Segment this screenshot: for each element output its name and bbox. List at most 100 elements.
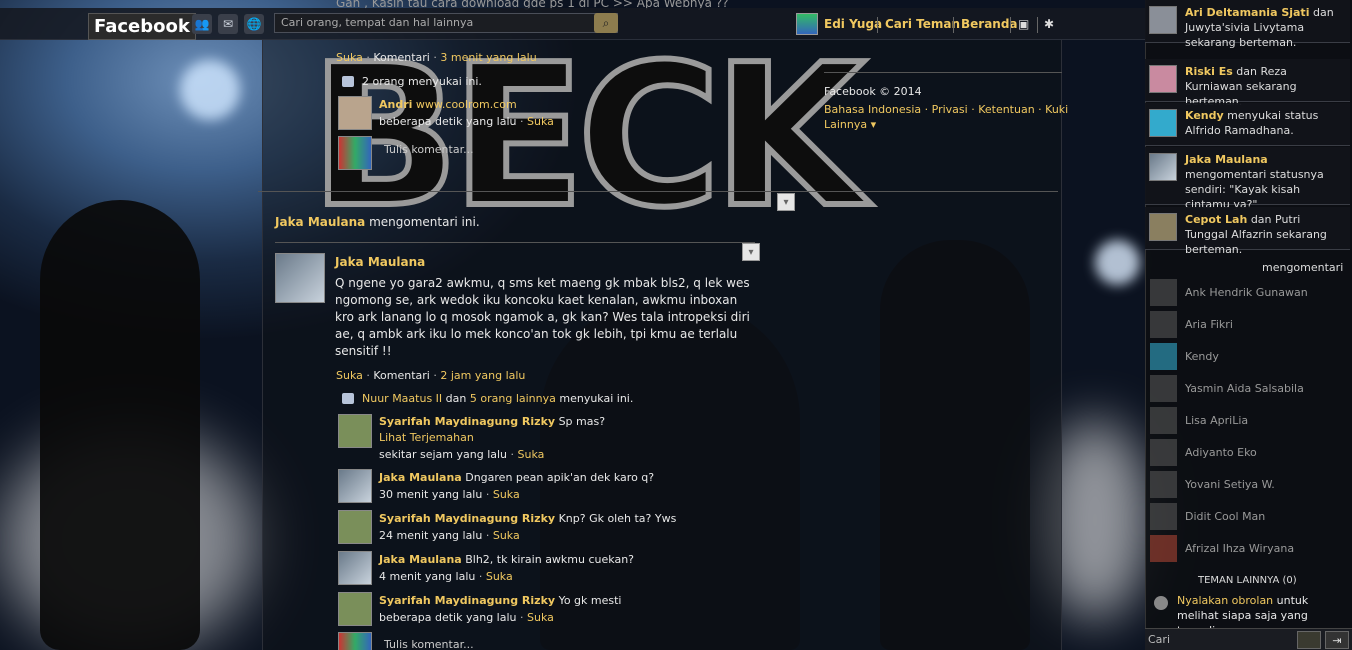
friend-item[interactable]: Kendy	[1150, 343, 1345, 371]
friend-item[interactable]: Ank Hendrik Gunawan	[1150, 279, 1345, 307]
comment-author[interactable]: Andri	[379, 98, 412, 111]
chat-options-icon[interactable]	[1297, 631, 1321, 649]
my-avatar	[338, 136, 372, 170]
divider	[824, 72, 1062, 73]
story-header-author[interactable]: Jaka Maulana	[275, 215, 365, 229]
comment-avatar[interactable]	[338, 96, 372, 130]
post-author[interactable]: Jaka Maulana	[335, 255, 425, 269]
comment-avatar[interactable]	[338, 414, 372, 448]
chevron-down-icon[interactable]: ▾	[742, 243, 760, 261]
friend-avatar	[1150, 407, 1177, 434]
search-icon[interactable]: ⌕	[594, 13, 618, 33]
more-friends-link[interactable]: TEMAN LAINNYA (0)	[1198, 575, 1297, 586]
comment-link[interactable]: Komentari	[373, 51, 429, 64]
comment: Jaka Maulana Blh2, tk kirain awkmu cueka…	[379, 553, 634, 566]
see-translation-link[interactable]: Lihat Terjemahan	[379, 431, 474, 444]
friend-item[interactable]: Yasmin Aida Salsabila	[1150, 375, 1345, 403]
chat-bar: Cari ⇥	[1145, 628, 1352, 650]
post-body-line: Q ngene yo gara2 awkmu, q sms ket maeng …	[335, 276, 750, 290]
facebook-logo[interactable]: Facebook	[88, 13, 196, 40]
ticker-name[interactable]: Riski Es	[1185, 65, 1233, 78]
friend-avatar	[1150, 311, 1177, 338]
notifications-icon[interactable]: 🌐	[244, 14, 264, 34]
friend-name: Afrizal Ihza Wiryana	[1185, 542, 1295, 555]
ticker-item[interactable]: Riski Es dan Reza Kurniawan sekarang ber…	[1145, 59, 1350, 108]
story-header: Jaka Maulana mengomentari ini.	[275, 215, 480, 229]
user-avatar[interactable]	[796, 13, 818, 35]
ticker-name[interactable]: Jaka Maulana	[1185, 153, 1268, 166]
comment-author[interactable]: Syarifah Maydinagung Rizky	[379, 415, 555, 428]
search-input[interactable]: Cari orang, tempat dan hal lainnya	[274, 13, 618, 33]
ticker-item[interactable]: Cepot Lah dan Putri Tunggal Alfazrin sek…	[1145, 207, 1350, 256]
comment-like-link[interactable]: Suka	[493, 488, 520, 501]
comment-text: Dngaren pean apik'an dek karo q?	[465, 471, 655, 484]
comment-like-link[interactable]: Suka	[486, 570, 513, 583]
friend-name: Ank Hendrik Gunawan	[1185, 286, 1308, 299]
like-link[interactable]: Suka	[336, 369, 363, 382]
stage-light	[1095, 240, 1140, 285]
gear-icon[interactable]: ✱	[1044, 17, 1054, 31]
privacy-shortcuts-icon[interactable]: ▣	[1018, 17, 1029, 31]
footer-more[interactable]: Lainnya ▾	[824, 118, 876, 131]
liker-name[interactable]: Nuur Maatus II	[362, 392, 442, 405]
friend-item[interactable]: Adiyanto Eko	[1150, 439, 1345, 467]
find-friends-link[interactable]: Cari Teman	[885, 17, 960, 31]
comment-time: beberapa detik yang lalu	[379, 115, 517, 128]
comment-author[interactable]: Jaka Maulana	[379, 471, 462, 484]
guitarist-silhouette	[40, 200, 200, 650]
friend-item[interactable]: Didit Cool Man	[1150, 503, 1345, 531]
timestamp[interactable]: 2 jam yang lalu	[440, 369, 525, 382]
chat-search-input[interactable]: Cari	[1148, 633, 1170, 646]
footer-links[interactable]: Bahasa Indonesia · Privasi · Ketentuan ·…	[824, 103, 1068, 116]
comment-time: 30 menit yang lalu	[379, 488, 483, 501]
nav-separator	[953, 17, 954, 33]
chat-popout-icon[interactable]: ⇥	[1325, 631, 1349, 649]
comment-text: Blh2, tk kirain awkmu cuekan?	[465, 553, 634, 566]
comment-like-link[interactable]: Suka	[493, 529, 520, 542]
comment-avatar[interactable]	[338, 510, 372, 544]
ticker-avatar	[1149, 153, 1177, 181]
friend-avatar	[1150, 343, 1177, 370]
comment-author[interactable]: Syarifah Maydinagung Rizky	[379, 512, 555, 525]
comment-avatar[interactable]	[338, 551, 372, 585]
messages-icon[interactable]: ✉	[218, 14, 238, 34]
comment-like-link[interactable]: Suka	[518, 448, 545, 461]
profile-link[interactable]: Edi Yuga	[824, 17, 882, 31]
ticker-name[interactable]: Kendy	[1185, 109, 1224, 122]
friend-item[interactable]: Afrizal Ihza Wiryana	[1150, 535, 1345, 563]
write-comment-input[interactable]: Tulis komentar...	[384, 143, 474, 156]
friend-name: Yovani Setiya W.	[1185, 478, 1275, 491]
chevron-down-icon[interactable]: ▾	[777, 193, 795, 211]
ticker-item[interactable]: Kendy menyukai status Alfrido Ramadhana.	[1145, 103, 1350, 146]
comment-link-text[interactable]: www.coolrom.com	[416, 98, 517, 111]
comment-link[interactable]: Komentari	[373, 369, 429, 382]
comment-like-link[interactable]: Suka	[527, 115, 554, 128]
ticker-name[interactable]: Ari Deltamania Sjati	[1185, 6, 1309, 19]
ticker-item[interactable]: Jaka Maulana mengomentari statusnya send…	[1145, 147, 1350, 211]
comment-meta: 30 menit yang lalu · Suka	[379, 488, 520, 501]
friend-item[interactable]: Lisa ApriLia	[1150, 407, 1345, 435]
friend-avatar	[1150, 503, 1177, 530]
friend-requests-icon[interactable]: 👥	[192, 14, 212, 34]
friend-avatar	[1150, 375, 1177, 402]
turn-on-chat-link[interactable]: Nyalakan obrolan	[1177, 594, 1273, 607]
friend-item[interactable]: Yovani Setiya W.	[1150, 471, 1345, 499]
comment-like-link[interactable]: Suka	[527, 611, 554, 624]
comment-author[interactable]: Syarifah Maydinagung Rizky	[379, 594, 555, 607]
friend-item[interactable]: Aria Fikri	[1150, 311, 1345, 339]
comment-avatar[interactable]	[338, 592, 372, 626]
friend-avatar	[1150, 279, 1177, 306]
others-link[interactable]: 5 orang lainnya	[470, 392, 556, 405]
comment-avatar[interactable]	[338, 469, 372, 503]
post-body-line: kro ark lanang lo q mosok ngamok a, gk k…	[335, 310, 750, 324]
ticker-name[interactable]: Cepot Lah	[1185, 213, 1247, 226]
ticker-item[interactable]: Ari Deltamania Sjati dan Juwyta'sivia Li…	[1145, 0, 1350, 49]
comment-author[interactable]: Jaka Maulana	[379, 553, 462, 566]
comment-time: sekitar sejam yang lalu	[379, 448, 508, 461]
like-link[interactable]: Suka	[336, 51, 363, 64]
timestamp[interactable]: 3 menit yang lalu	[440, 51, 536, 64]
likes-summary[interactable]: 2 orang menyukai ini.	[362, 75, 482, 88]
friend-name: Kendy	[1185, 350, 1219, 363]
write-comment-input[interactable]: Tulis komentar...	[384, 638, 474, 650]
author-avatar[interactable]	[275, 253, 325, 303]
